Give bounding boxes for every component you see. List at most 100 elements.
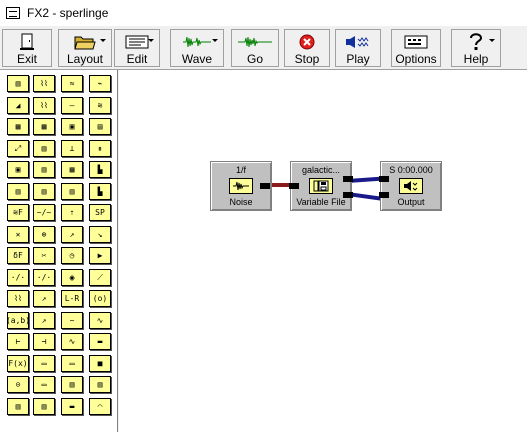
palette-module-54[interactable]: ▭ (33, 355, 55, 372)
palette-module-25[interactable]: ≋F (7, 204, 29, 221)
palette-module-7[interactable]: — (61, 97, 83, 114)
palette-module-30[interactable]: ⊕ (33, 226, 55, 243)
app-wave-icon (6, 7, 20, 19)
palette-module-40[interactable]: ⟋ (89, 269, 111, 286)
palette-module-45[interactable]: (a,b) (7, 312, 29, 329)
window-title: FX2 - sperlinge (27, 6, 109, 20)
disk-file-icon (309, 178, 333, 194)
waveform-green-icon (182, 32, 212, 52)
palette-module-8[interactable]: ≋ (89, 97, 111, 114)
palette-module-32[interactable]: ↘ (89, 226, 111, 243)
noise-output-jack[interactable] (260, 183, 270, 189)
palette-module-18[interactable]: ▥ (33, 161, 55, 178)
palette-module-53[interactable]: F(x) (7, 355, 29, 372)
help-button[interactable]: Help (451, 29, 501, 67)
module-output[interactable]: S 0:00.000 Output (380, 161, 442, 211)
palette-module-63[interactable]: ▬ (61, 398, 83, 415)
palette-module-29[interactable]: ✕ (7, 226, 29, 243)
palette-module-23[interactable]: ▥ (61, 183, 83, 200)
go-button[interactable]: Go (231, 29, 279, 67)
palette-module-14[interactable]: ▥ (33, 140, 55, 157)
chevron-down-icon (489, 39, 495, 42)
palette-module-59[interactable]: ▥ (61, 376, 83, 393)
palette-module-47[interactable]: ~ (61, 312, 83, 329)
palette-module-64[interactable]: ◠ (89, 398, 111, 415)
palette-module-26[interactable]: ~/~ (33, 204, 55, 221)
palette-module-12[interactable]: ▤ (89, 118, 111, 135)
speaker-output-icon (399, 178, 423, 194)
palette-module-3[interactable]: ≈ (61, 75, 83, 92)
folder-icon (74, 32, 96, 52)
palette-module-17[interactable]: ▣ (7, 161, 29, 178)
varfile-output-right-jack[interactable] (343, 192, 353, 198)
palette-module-41[interactable]: ⌇⌇ (7, 290, 29, 307)
palette-module-57[interactable]: ⊙ (7, 376, 29, 393)
palette-module-6[interactable]: ⌇⌇ (33, 97, 55, 114)
patch-canvas[interactable]: 1/f Noise galactic... Variable File S 0:… (119, 70, 527, 432)
palette-module-37[interactable]: ·/· (7, 269, 29, 286)
noise-waveform-icon (229, 178, 253, 194)
palette-module-33[interactable]: δF (7, 247, 29, 264)
palette-module-34[interactable]: ✂ (33, 247, 55, 264)
output-input-right-jack[interactable] (379, 192, 389, 198)
palette-module-2[interactable]: ⌇⌇ (33, 75, 55, 92)
palette-module-1[interactable]: ▥ (7, 75, 29, 92)
title-bar: FX2 - sperlinge (0, 0, 527, 26)
palette-module-46[interactable]: ↗ (33, 312, 55, 329)
varfile-input-jack[interactable] (289, 183, 299, 189)
edit-button[interactable]: Edit (114, 29, 160, 67)
module-variable-file[interactable]: galactic... Variable File (290, 161, 352, 211)
palette-module-49[interactable]: ⊢ (7, 333, 29, 350)
palette-module-31[interactable]: ↗ (61, 226, 83, 243)
palette-module-36[interactable]: ▶ (89, 247, 111, 264)
palette-module-11[interactable]: ▣ (61, 118, 83, 135)
palette-module-21[interactable]: ▥ (7, 183, 29, 200)
palette-module-19[interactable]: ▦ (61, 161, 83, 178)
chevron-down-icon (148, 39, 154, 42)
stop-red-circle-icon (299, 32, 315, 52)
palette-module-60[interactable]: ▥ (89, 376, 111, 393)
palette-module-27[interactable]: ⇡ (61, 204, 83, 221)
palette-module-52[interactable]: ▬ (89, 333, 111, 350)
toolbar: Exit Layout Edit Wave Go Stop Play Optio… (0, 26, 527, 70)
palette-module-20[interactable]: ▙ (89, 161, 111, 178)
palette-module-58[interactable]: ▭ (33, 376, 55, 393)
palette-module-9[interactable]: ▦ (7, 118, 29, 135)
module-palette: ▥ ⌇⌇ ≈ ⌁ ◢ ⌇⌇ — ≋ ▦ ▦ ▣ ▤ ⤢ ▥ ⊥ ⇞ ▣ ▥ ▦ ▙ ▥ ▥ ▥ ▙ ≋F ~/~ ⇡ SP ✕ ⊕ ↗ ↘ δF… (0, 70, 118, 432)
palette-module-5[interactable]: ◢ (7, 97, 29, 114)
palette-module-42[interactable]: ↗ (33, 290, 55, 307)
varfile-output-left-jack[interactable] (343, 176, 353, 182)
stop-button[interactable]: Stop (284, 29, 330, 67)
palette-module-22[interactable]: ▥ (33, 183, 55, 200)
exit-door-icon (19, 32, 35, 52)
palette-module-16[interactable]: ⇞ (89, 140, 111, 157)
palette-module-24[interactable]: ▙ (89, 183, 111, 200)
output-input-left-jack[interactable] (379, 176, 389, 182)
palette-module-39[interactable]: ◉ (61, 269, 83, 286)
play-button[interactable]: Play (335, 29, 381, 67)
options-button[interactable]: Options (391, 29, 441, 67)
exit-button[interactable]: Exit (2, 29, 52, 67)
palette-module-51[interactable]: ∿ (61, 333, 83, 350)
palette-module-15[interactable]: ⊥ (61, 140, 83, 157)
palette-module-43[interactable]: L-R (61, 290, 83, 307)
palette-module-61[interactable]: ▥ (7, 398, 29, 415)
document-icon (125, 32, 149, 52)
palette-module-44[interactable]: (o) (89, 290, 111, 307)
waveform-go-icon (237, 32, 273, 52)
palette-module-38[interactable]: ·/· (33, 269, 55, 286)
palette-module-35[interactable]: ◷ (61, 247, 83, 264)
palette-module-48[interactable]: ∿ (89, 312, 111, 329)
palette-module-10[interactable]: ▦ (33, 118, 55, 135)
speaker-icon (345, 32, 371, 52)
palette-module-4[interactable]: ⌁ (89, 75, 111, 92)
palette-module-50[interactable]: ⊣ (33, 333, 55, 350)
palette-module-28[interactable]: SP (89, 204, 111, 221)
chevron-down-icon (212, 39, 218, 42)
wave-button[interactable]: Wave (170, 29, 224, 67)
layout-button[interactable]: Layout (58, 29, 112, 67)
palette-module-55[interactable]: ▭ (61, 355, 83, 372)
palette-module-62[interactable]: ▥ (33, 398, 55, 415)
palette-module-13[interactable]: ⤢ (7, 140, 29, 157)
palette-module-56[interactable]: ■ (89, 355, 111, 372)
